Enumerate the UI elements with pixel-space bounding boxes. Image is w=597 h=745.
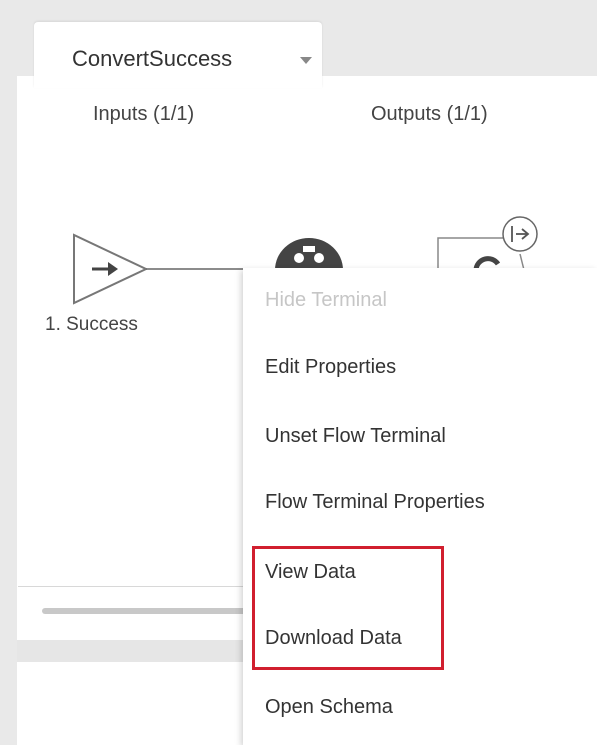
inputs-header: Inputs (1/1) xyxy=(93,103,195,125)
divider xyxy=(18,586,253,587)
output-terminal-icon[interactable] xyxy=(502,216,538,252)
menu-item-open-schema[interactable]: Open Schema xyxy=(265,696,393,719)
menu-item-unset-flow-terminal[interactable]: Unset Flow Terminal xyxy=(265,425,446,448)
tab-convertsuccess[interactable]: ConvertSuccess xyxy=(34,22,322,88)
tab-strip: ConvertSuccess xyxy=(17,10,597,88)
input-terminal[interactable] xyxy=(60,218,250,308)
terminal-label: 1. Success xyxy=(45,314,138,335)
outputs-header: Outputs (1/1) xyxy=(371,103,488,125)
menu-item-flow-terminal-properties[interactable]: Flow Terminal Properties xyxy=(265,491,485,514)
context-menu: Hide Terminal Edit Properties Unset Flow… xyxy=(243,268,597,745)
menu-item-edit-properties[interactable]: Edit Properties xyxy=(265,356,396,379)
menu-item-hide-terminal: Hide Terminal xyxy=(265,289,387,311)
transform-node-icon[interactable] xyxy=(263,232,353,272)
highlight-box xyxy=(252,546,444,670)
horizontal-scrollbar[interactable] xyxy=(42,608,252,614)
caret-down-icon[interactable] xyxy=(300,57,312,64)
tab-label: ConvertSuccess xyxy=(72,46,233,71)
bottom-band xyxy=(17,640,253,662)
